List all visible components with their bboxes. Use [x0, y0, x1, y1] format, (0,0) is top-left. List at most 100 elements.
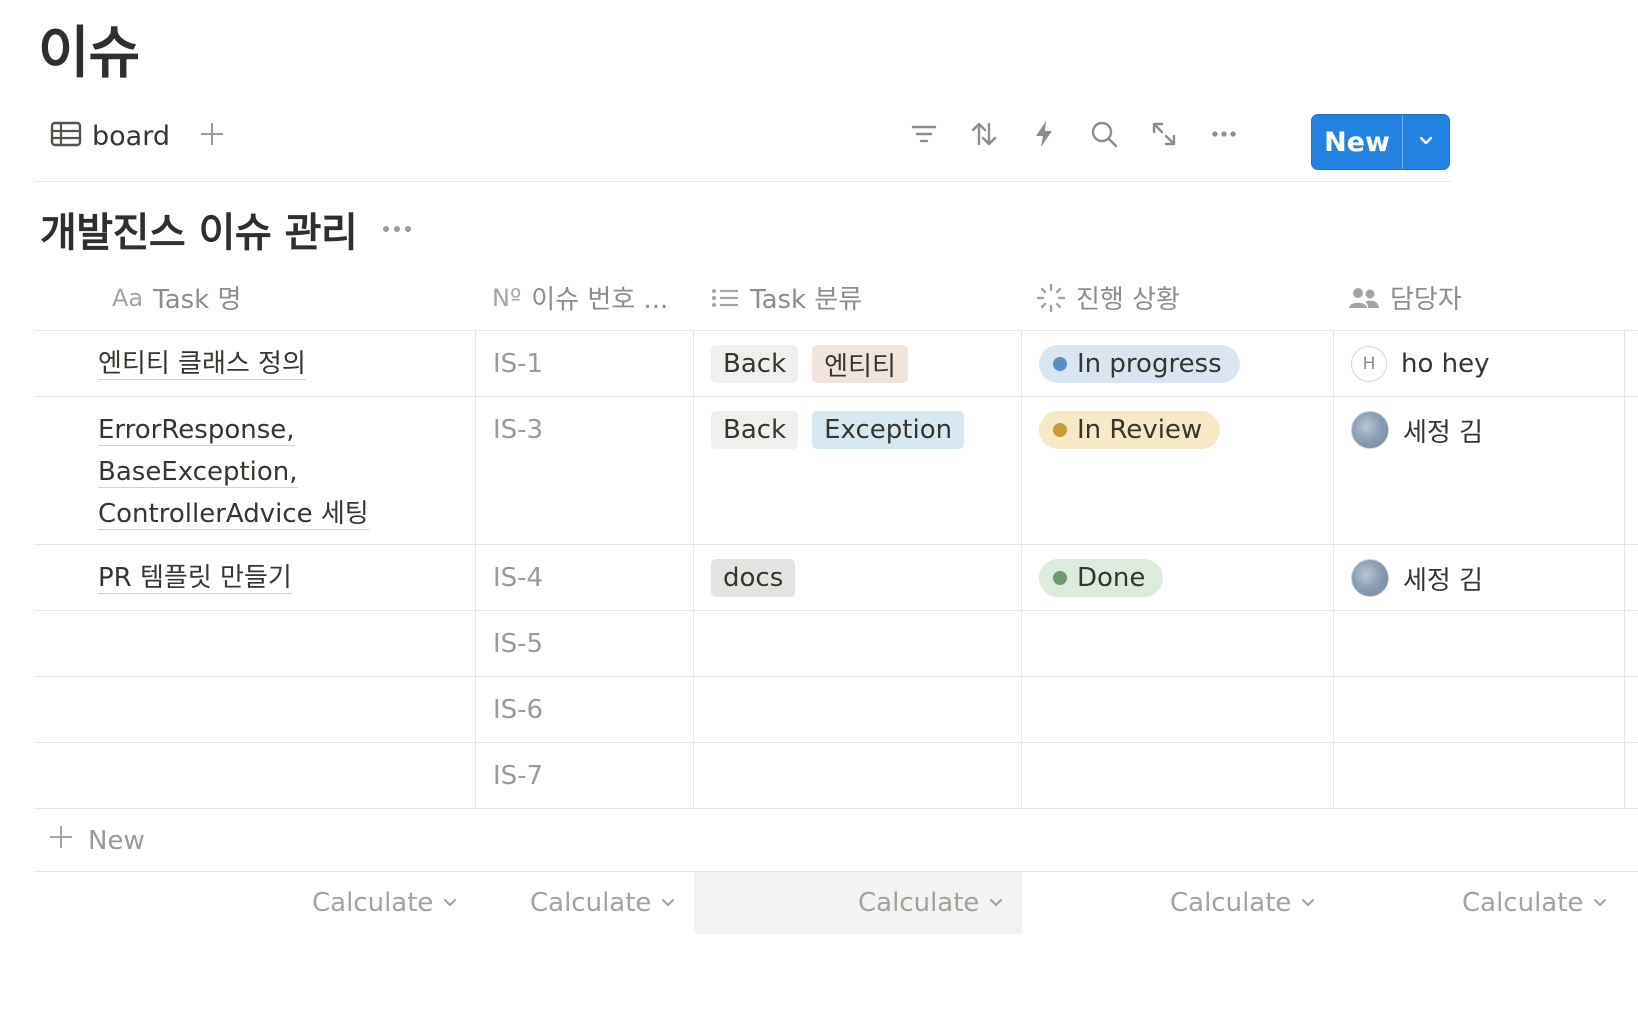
status-label: In progress	[1077, 349, 1222, 379]
task-name[interactable]: PR 템플릿 만들기	[98, 557, 292, 599]
issue-number-cell[interactable]: IS-7	[475, 743, 693, 808]
category-tag: Exception	[812, 411, 965, 449]
chevron-down-icon	[659, 888, 677, 918]
issue-number: IS-1	[493, 349, 544, 379]
table-row[interactable]: IS-6	[34, 677, 1638, 743]
assignee-name: 세정 김	[1403, 565, 1484, 596]
filter-icon	[909, 119, 939, 153]
status-dot	[1053, 423, 1067, 437]
task-category-cell[interactable]: Back Exception	[693, 397, 1021, 544]
column-header-issue-number[interactable]: Nº 이슈 번호 ...	[492, 264, 668, 331]
issue-number: IS-4	[493, 563, 544, 593]
chevron-down-icon	[441, 888, 459, 918]
issue-number-cell[interactable]: IS-3	[475, 397, 693, 544]
database-table: Aa Task 명 Nº 이슈 번호 ... Task 분류 진행 상황 담당자	[34, 264, 1638, 934]
chevron-down-icon	[987, 888, 1005, 918]
table-icon	[50, 120, 82, 152]
database-toolbar: board New	[34, 108, 1451, 182]
more-icon	[1209, 119, 1239, 153]
issue-number-cell[interactable]: IS-6	[475, 677, 693, 742]
column-header-label: 진행 상황	[1076, 285, 1180, 315]
calculate-assignee[interactable]: Calculate	[1462, 872, 1609, 934]
task-name[interactable]: ErrorResponse, BaseException, Controller…	[98, 409, 369, 535]
calculation-row: Calculate Calculate Calculate Calculate …	[34, 872, 1638, 934]
table-row[interactable]: 엔티티 클래스 정의 IS-1 Back 엔티티 In progress H h…	[34, 331, 1638, 397]
status-cell[interactable]: Done	[1021, 545, 1333, 610]
column-header-task-name[interactable]: Aa Task 명	[112, 264, 241, 331]
assignee-name: ho hey	[1401, 349, 1490, 379]
sort-button[interactable]	[964, 116, 1004, 156]
chevron-down-icon	[1591, 888, 1609, 918]
assignee-cell[interactable]: 세정 김	[1333, 545, 1624, 610]
issue-number-cell[interactable]: IS-4	[475, 545, 693, 610]
new-button[interactable]: New	[1312, 115, 1402, 169]
task-name-cell[interactable]: PR 템플릿 만들기	[34, 545, 475, 610]
task-name-cell[interactable]: ErrorResponse, BaseException, Controller…	[34, 397, 475, 544]
category-tag: Back	[711, 411, 799, 449]
category-tag: 엔티티	[812, 345, 908, 383]
more-options-button[interactable]	[1204, 116, 1244, 156]
category-tag: docs	[711, 559, 796, 597]
plus-icon	[198, 120, 226, 152]
issue-number-cell[interactable]: IS-5	[475, 611, 693, 676]
status-label: In Review	[1077, 415, 1203, 445]
task-name-cell[interactable]	[34, 677, 475, 742]
table-row[interactable]: IS-5	[34, 611, 1638, 677]
issue-number: IS-7	[493, 761, 544, 791]
table-row[interactable]: IS-7	[34, 743, 1638, 809]
add-row-label: New	[88, 825, 145, 856]
expand-icon	[1149, 119, 1179, 153]
task-name-cell[interactable]: 엔티티 클래스 정의	[34, 331, 475, 396]
column-header-status[interactable]: 진행 상황	[1036, 264, 1180, 331]
task-name-cell[interactable]	[34, 611, 475, 676]
issue-number: IS-6	[493, 695, 544, 725]
search-button[interactable]	[1084, 116, 1124, 156]
expand-button[interactable]	[1144, 116, 1184, 156]
table-header: Aa Task 명 Nº 이슈 번호 ... Task 분류 진행 상황 담당자	[34, 264, 1638, 331]
status-cell[interactable]: In Review	[1021, 397, 1333, 544]
status-dot	[1053, 571, 1067, 585]
plus-icon	[48, 824, 74, 857]
view-tab-board[interactable]: board	[50, 118, 170, 154]
calculate-issue-number[interactable]: Calculate	[530, 872, 677, 934]
task-name[interactable]: 엔티티 클래스 정의	[98, 343, 306, 385]
calculate-task-name[interactable]: Calculate	[312, 872, 459, 934]
assignee-cell[interactable]: H ho hey	[1333, 331, 1624, 396]
issue-number-cell[interactable]: IS-1	[475, 331, 693, 396]
issue-number: IS-3	[493, 415, 544, 445]
assignee-cell[interactable]: 세정 김	[1333, 397, 1624, 544]
automation-button[interactable]	[1024, 116, 1064, 156]
assignee-name: 세정 김	[1403, 417, 1484, 448]
calculate-task-category[interactable]: Calculate	[858, 872, 1005, 934]
column-header-label: 담당자	[1390, 285, 1462, 315]
status-badge: In Review	[1039, 411, 1221, 449]
text-property-icon: Aa	[112, 283, 144, 312]
column-header-label: Task 명	[153, 285, 242, 315]
status-badge: Done	[1039, 559, 1164, 597]
category-tag: Back	[711, 345, 799, 383]
new-dropdown-button[interactable]	[1402, 115, 1449, 169]
task-name-cell[interactable]	[34, 743, 475, 808]
status-badge: In progress	[1039, 345, 1240, 383]
new-button-group: New	[1311, 114, 1450, 170]
task-category-cell[interactable]: docs	[693, 545, 1021, 610]
status-cell[interactable]: In progress	[1021, 331, 1333, 396]
database-more-icon[interactable]	[381, 220, 413, 239]
database-title[interactable]: 개발진스 이슈 관리	[40, 200, 358, 258]
add-row-button[interactable]: New	[34, 809, 1638, 872]
column-header-task-category[interactable]: Task 분류	[710, 264, 862, 331]
issue-number: IS-5	[493, 629, 544, 659]
calculate-status[interactable]: Calculate	[1170, 872, 1317, 934]
task-category-cell[interactable]: Back 엔티티	[693, 331, 1021, 396]
column-header-assignee[interactable]: 담당자	[1348, 264, 1462, 331]
chevron-down-icon	[1299, 888, 1317, 918]
multi-select-property-icon	[710, 286, 740, 310]
chevron-down-icon	[1416, 130, 1436, 154]
search-icon	[1089, 119, 1119, 153]
add-view-button[interactable]	[194, 118, 230, 154]
column-header-label: 이슈 번호 ...	[531, 285, 669, 315]
table-row[interactable]: ErrorResponse, BaseException, Controller…	[34, 397, 1638, 545]
filter-button[interactable]	[904, 116, 944, 156]
status-dot	[1053, 357, 1067, 371]
table-row[interactable]: PR 템플릿 만들기 IS-4 docs Done 세정 김	[34, 545, 1638, 611]
